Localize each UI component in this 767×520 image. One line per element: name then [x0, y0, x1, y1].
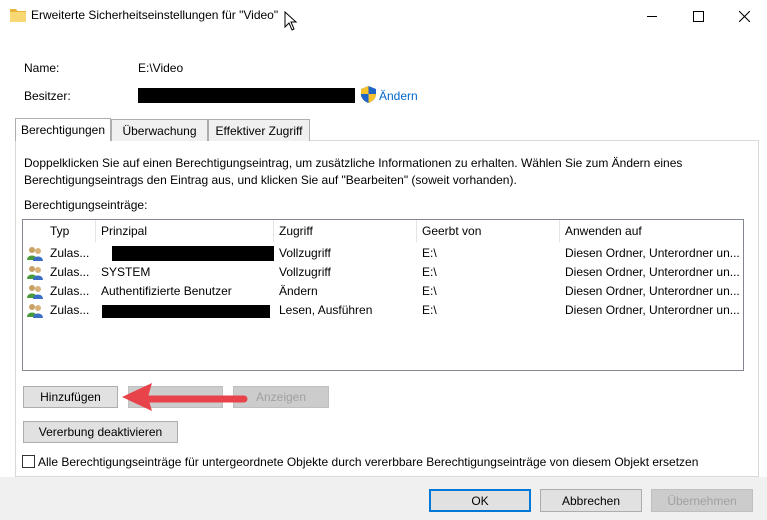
close-icon [738, 10, 750, 22]
row-type: Zulas... [50, 246, 90, 260]
uac-shield-icon [361, 86, 376, 103]
ok-button[interactable]: OK [429, 489, 531, 512]
replace-child-permissions-label[interactable]: Alle Berechtigungseinträge für untergeor… [38, 455, 698, 469]
apply-button[interactable]: Übernehmen [651, 489, 753, 512]
row-inherited: E:\ [422, 265, 437, 279]
title-bar: Erweiterte Sicherheitseinstellungen für … [0, 0, 767, 32]
table-row[interactable]: Zulas... SYSTEM Vollzugriff E:\ Diesen O… [23, 263, 743, 282]
dialog-footer: OK Abbrechen Übernehmen [0, 477, 767, 520]
users-icon [27, 285, 43, 299]
users-icon [27, 247, 43, 261]
row-access: Vollzugriff [279, 265, 331, 279]
principal-redacted [102, 305, 270, 318]
cancel-button[interactable]: Abbrechen [540, 489, 642, 512]
list-header: Typ Prinzipal Zugriff Geerbt von Anwende… [23, 220, 743, 242]
name-label: Name: [24, 61, 60, 75]
close-button[interactable] [721, 0, 767, 32]
row-principal: SYSTEM [101, 265, 151, 279]
table-row[interactable]: Zulas... Lesen, Ausführen E:\ Diesen Ord… [23, 301, 743, 320]
add-button[interactable]: Hinzufügen [23, 386, 118, 408]
users-icon [27, 304, 43, 318]
table-row[interactable]: Zulas... Vollzugriff E:\ Diesen Ordner, … [23, 244, 743, 263]
tab-auditing[interactable]: Überwachung [111, 119, 208, 141]
users-icon [27, 266, 43, 280]
disable-inheritance-button[interactable]: Vererbung deaktivieren [23, 421, 178, 443]
window-title: Erweiterte Sicherheitseinstellungen für … [31, 8, 279, 22]
minimize-button[interactable] [629, 0, 675, 32]
row-applies: Diesen Ordner, Unterordner un... [565, 246, 740, 260]
tab-permissions[interactable]: Berechtigungen [15, 118, 111, 141]
maximize-icon [692, 10, 704, 22]
change-owner-link[interactable]: Ändern [379, 89, 418, 103]
row-inherited: E:\ [422, 284, 437, 298]
owner-value-redacted [138, 88, 355, 103]
folder-icon [10, 9, 26, 22]
row-applies: Diesen Ordner, Unterordner un... [565, 303, 740, 317]
entries-label: Berechtigungseinträge: [24, 198, 148, 212]
column-access[interactable]: Zugriff [274, 220, 417, 242]
annotation-arrow [122, 383, 248, 411]
table-row[interactable]: Zulas... Authentifizierte Benutzer Änder… [23, 282, 743, 301]
instructions-text: Doppelklicken Sie auf einen Berechtigung… [24, 156, 683, 187]
row-access: Lesen, Ausführen [279, 303, 373, 317]
mouse-cursor-icon [284, 11, 298, 31]
row-applies: Diesen Ordner, Unterordner un... [565, 265, 740, 279]
owner-label: Besitzer: [24, 89, 71, 103]
row-access: Ändern [279, 284, 318, 298]
row-type: Zulas... [50, 303, 90, 317]
maximize-button[interactable] [675, 0, 721, 32]
name-value: E:\Video [138, 61, 184, 75]
column-principal[interactable]: Prinzipal [96, 220, 274, 242]
row-access: Vollzugriff [279, 246, 331, 260]
column-type[interactable]: Typ [45, 220, 96, 242]
row-type: Zulas... [50, 284, 90, 298]
minimize-icon [647, 16, 657, 17]
column-applies-to[interactable]: Anwenden auf [560, 220, 743, 242]
row-applies: Diesen Ordner, Unterordner un... [565, 284, 740, 298]
row-type: Zulas... [50, 265, 90, 279]
row-principal: Authentifizierte Benutzer [101, 284, 232, 298]
row-inherited: E:\ [422, 303, 437, 317]
replace-child-permissions-checkbox[interactable] [22, 455, 35, 468]
column-inherited-from[interactable]: Geerbt von [417, 220, 560, 242]
row-inherited: E:\ [422, 246, 437, 260]
principal-redacted [112, 246, 274, 261]
permission-entries-list[interactable]: Typ Prinzipal Zugriff Geerbt von Anwende… [22, 219, 744, 371]
tab-effective-access[interactable]: Effektiver Zugriff [208, 119, 310, 141]
